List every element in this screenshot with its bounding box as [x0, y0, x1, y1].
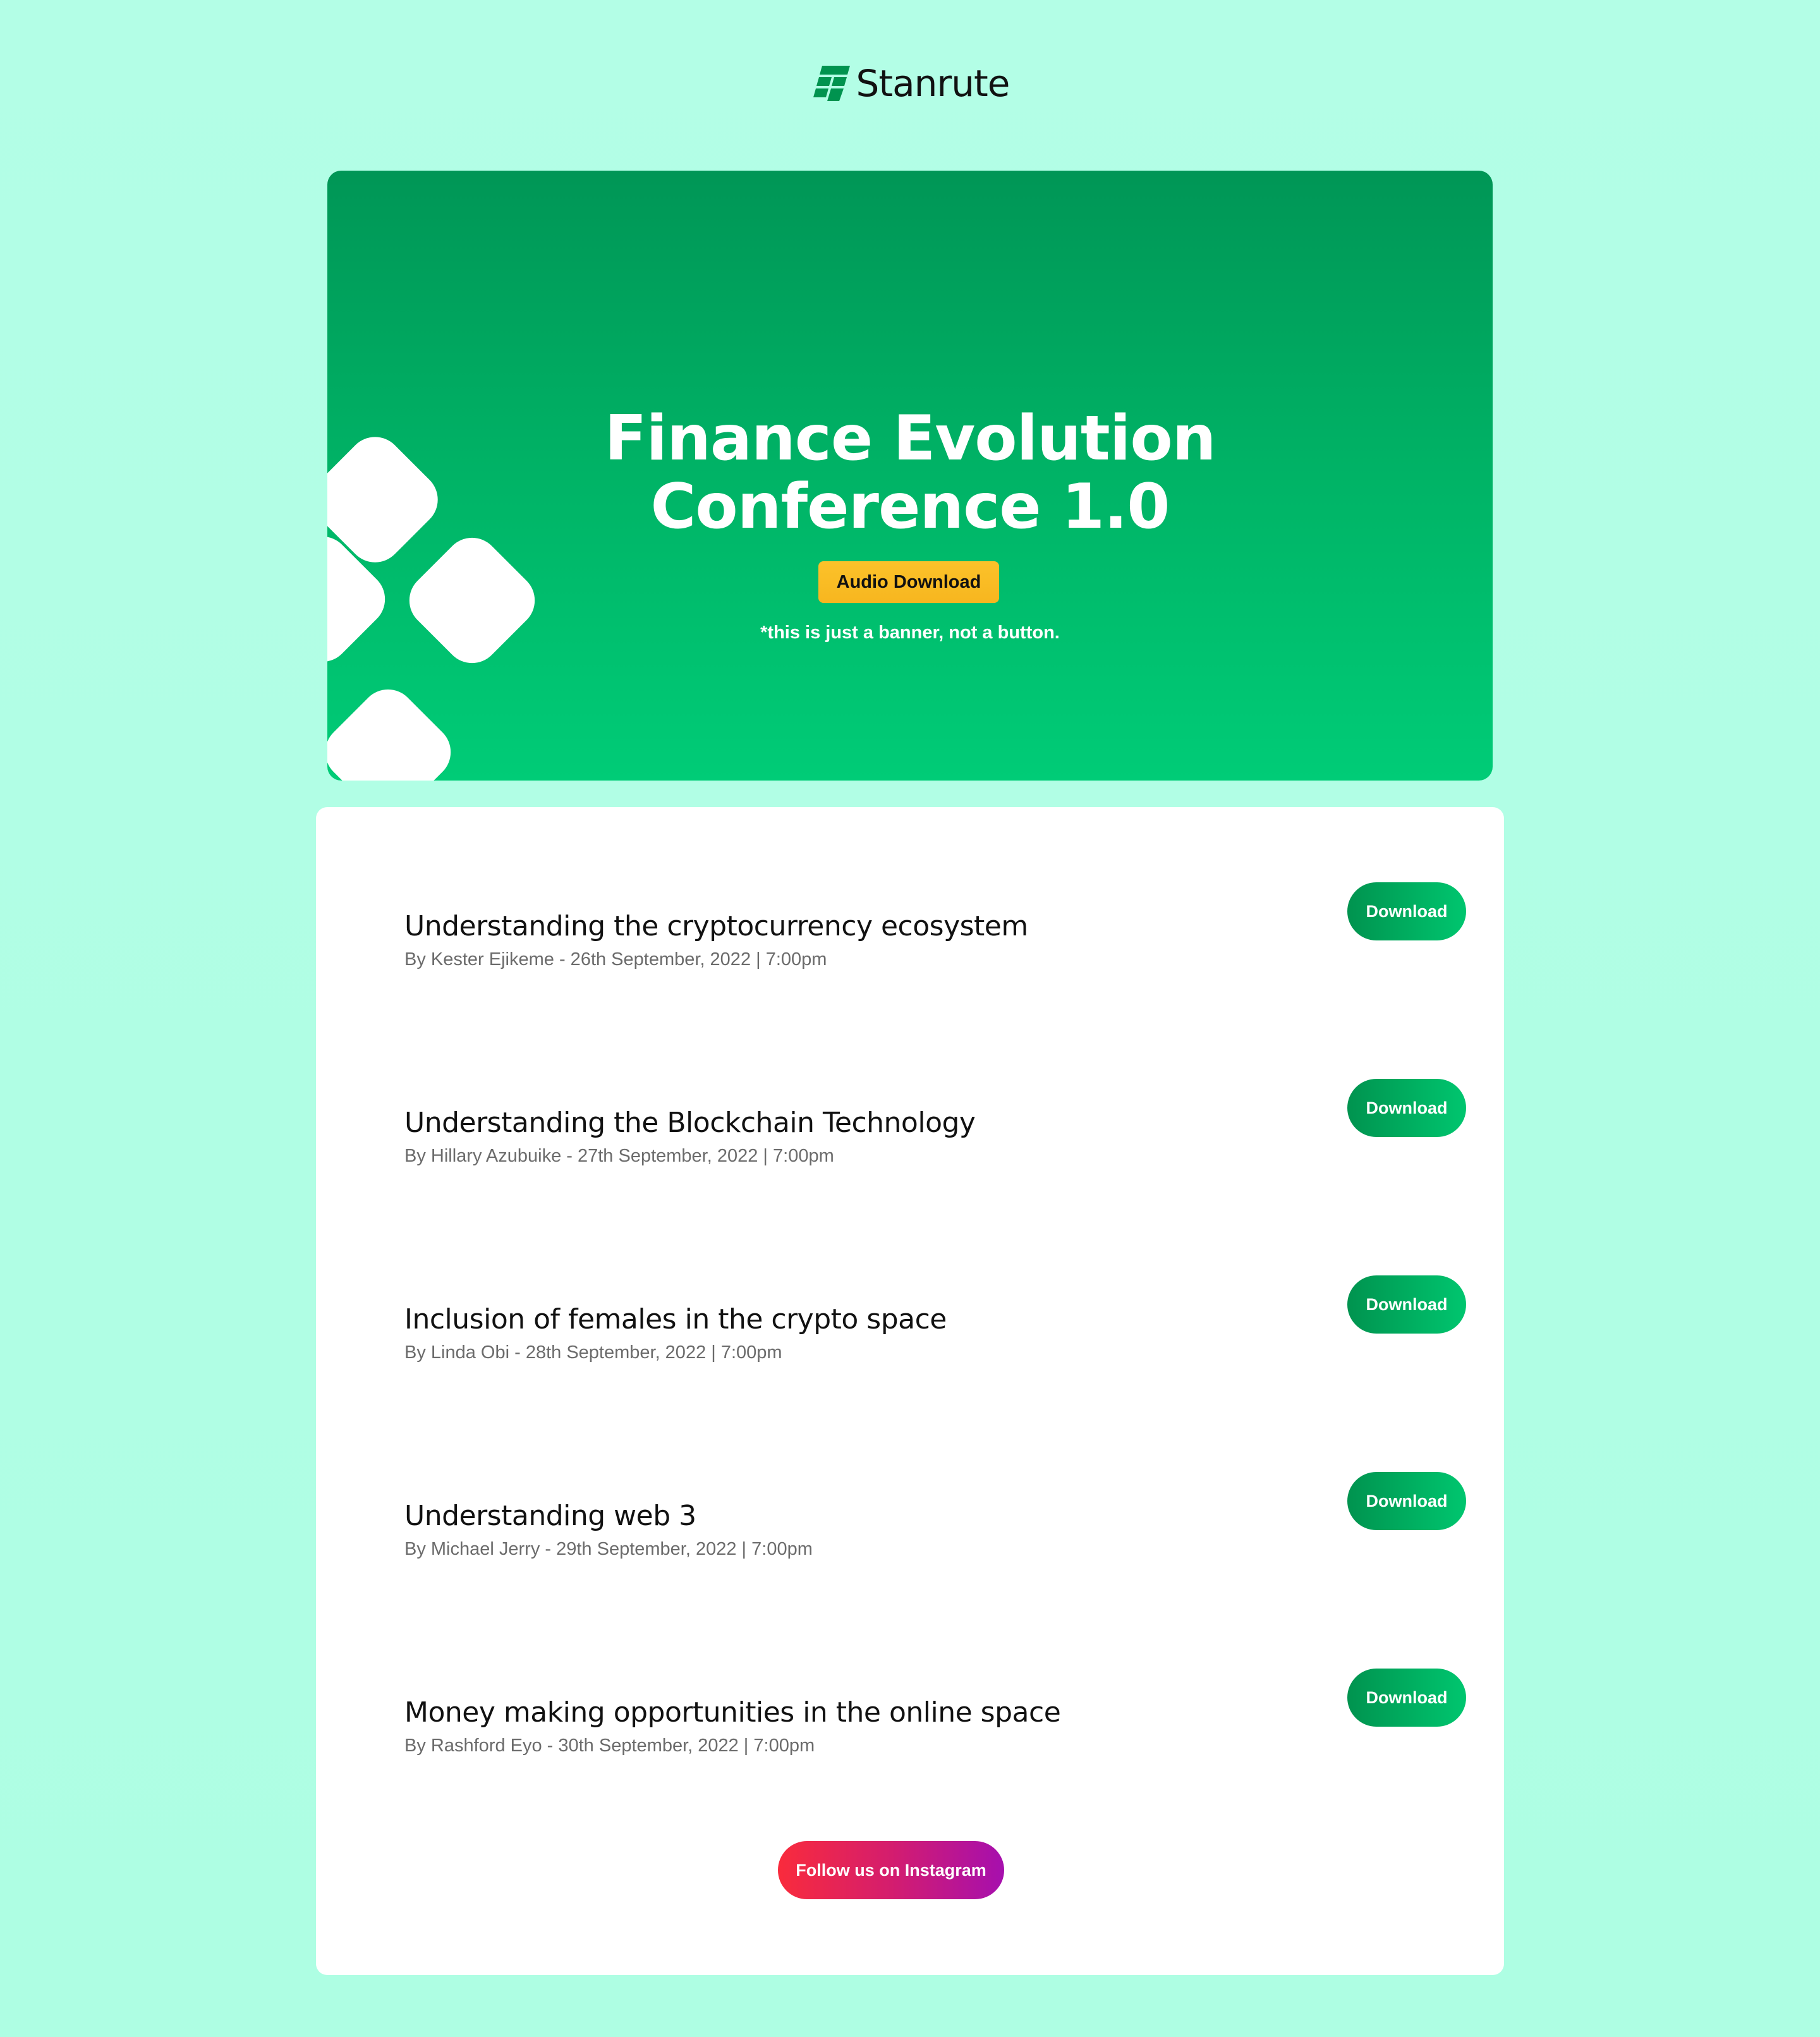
banner-title-line2: Conference 1.0 — [650, 471, 1170, 543]
list-item-session-2: Understanding the Blockchain Technology … — [404, 1079, 1466, 1170]
download-button[interactable]: Download — [1347, 1472, 1466, 1530]
list-item-session-4: Understanding web 3 By Michael Jerry - 2… — [404, 1472, 1466, 1563]
banner-title-line1: Finance Evolution — [604, 403, 1216, 475]
session-meta: By Linda Obi - 28th September, 2022 | 7:… — [404, 1342, 782, 1363]
session-title: Inclusion of females in the crypto space — [404, 1303, 947, 1335]
stanrute-logo-icon — [813, 66, 850, 101]
download-button[interactable]: Download — [1347, 1669, 1466, 1727]
session-meta: By Hillary Azubuike - 27th September, 20… — [404, 1146, 834, 1166]
banner-note: *this is just a banner, not a button. — [760, 623, 1060, 643]
list-item-session-1: Understanding the cryptocurrency ecosyst… — [404, 882, 1466, 973]
sessions-card: Understanding the cryptocurrency ecosyst… — [316, 807, 1504, 1975]
download-button[interactable]: Download — [1347, 882, 1466, 940]
banner-title: Finance Evolution Conference 1.0 — [327, 404, 1493, 541]
session-meta: By Rashford Eyo - 30th September, 2022 |… — [404, 1736, 815, 1756]
session-title: Understanding the cryptocurrency ecosyst… — [404, 910, 1028, 942]
session-title: Understanding the Blockchain Technology — [404, 1107, 976, 1139]
brand-name: Stanrute — [856, 62, 1010, 105]
brand-logo: Stanrute — [0, 61, 1820, 106]
session-meta: By Kester Ejikeme - 26th September, 2022… — [404, 949, 827, 970]
session-title: Money making opportunities in the online… — [404, 1696, 1061, 1729]
download-button[interactable]: Download — [1347, 1275, 1466, 1334]
session-title: Understanding web 3 — [404, 1500, 696, 1532]
instagram-follow-button[interactable]: Follow us on Instagram — [778, 1841, 1004, 1899]
list-item-session-3: Inclusion of females in the crypto space… — [404, 1275, 1466, 1366]
session-meta: By Michael Jerry - 29th September, 2022 … — [404, 1539, 813, 1559]
audio-download-badge: Audio Download — [818, 561, 999, 603]
hero-banner: Finance Evolution Conference 1.0 Audio D… — [327, 171, 1493, 781]
download-button[interactable]: Download — [1347, 1079, 1466, 1137]
list-item-session-5: Money making opportunities in the online… — [404, 1669, 1466, 1760]
